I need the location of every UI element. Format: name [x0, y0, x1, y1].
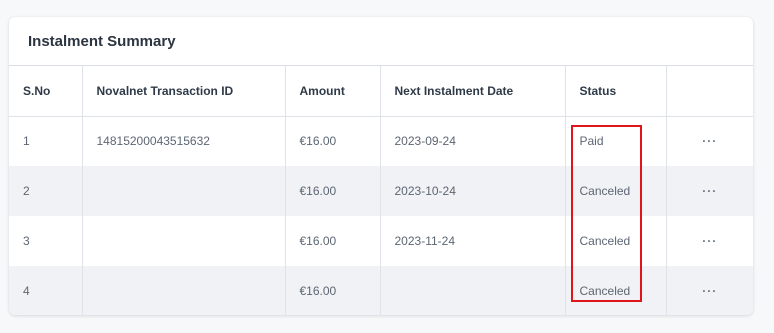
cell-amount: €16.00 [285, 216, 381, 266]
instalment-summary-card: Instalment Summary S.No Novalnet Transac… [9, 17, 753, 315]
table-row: 4 €16.00 Canceled ··· [9, 266, 753, 315]
cell-status: Canceled [565, 266, 667, 315]
cell-status: Canceled [565, 216, 667, 266]
cell-date: 2023-09-24 [380, 116, 566, 166]
cell-status: Paid [565, 116, 667, 166]
cell-date [380, 266, 566, 315]
header-actions [666, 66, 753, 117]
card-header: Instalment Summary [9, 17, 753, 66]
row-actions-menu-icon[interactable]: ··· [666, 216, 753, 266]
header-status: Status [565, 66, 667, 117]
header-sno: S.No [9, 66, 83, 117]
cell-amount: €16.00 [285, 166, 381, 216]
row-actions-menu-icon[interactable]: ··· [666, 266, 753, 315]
table-row: 2 €16.00 2023-10-24 Canceled ··· [9, 166, 753, 216]
cell-amount: €16.00 [285, 266, 381, 315]
table-header-row: S.No Novalnet Transaction ID Amount Next… [9, 66, 753, 117]
cell-transaction-id [82, 216, 286, 266]
table-row: 1 14815200043515632 €16.00 2023-09-24 Pa… [9, 116, 753, 166]
header-transaction-id: Novalnet Transaction ID [82, 66, 286, 117]
cell-transaction-id [82, 266, 286, 315]
cell-status: Canceled [565, 166, 667, 216]
cell-transaction-id [82, 166, 286, 216]
row-actions-menu-icon[interactable]: ··· [666, 166, 753, 216]
cell-date: 2023-11-24 [380, 216, 566, 266]
cell-amount: €16.00 [285, 116, 381, 166]
card-title: Instalment Summary [28, 32, 176, 50]
cell-transaction-id: 14815200043515632 [82, 116, 286, 166]
cell-date: 2023-10-24 [380, 166, 566, 216]
header-amount: Amount [285, 66, 381, 117]
table-row: 3 €16.00 2023-11-24 Canceled ··· [9, 216, 753, 266]
cell-sno: 1 [9, 116, 83, 166]
header-next-instalment-date: Next Instalment Date [380, 66, 566, 117]
cell-sno: 3 [9, 216, 83, 266]
row-actions-menu-icon[interactable]: ··· [666, 116, 753, 166]
cell-sno: 2 [9, 166, 83, 216]
instalment-table: S.No Novalnet Transaction ID Amount Next… [9, 66, 753, 315]
cell-sno: 4 [9, 266, 83, 315]
